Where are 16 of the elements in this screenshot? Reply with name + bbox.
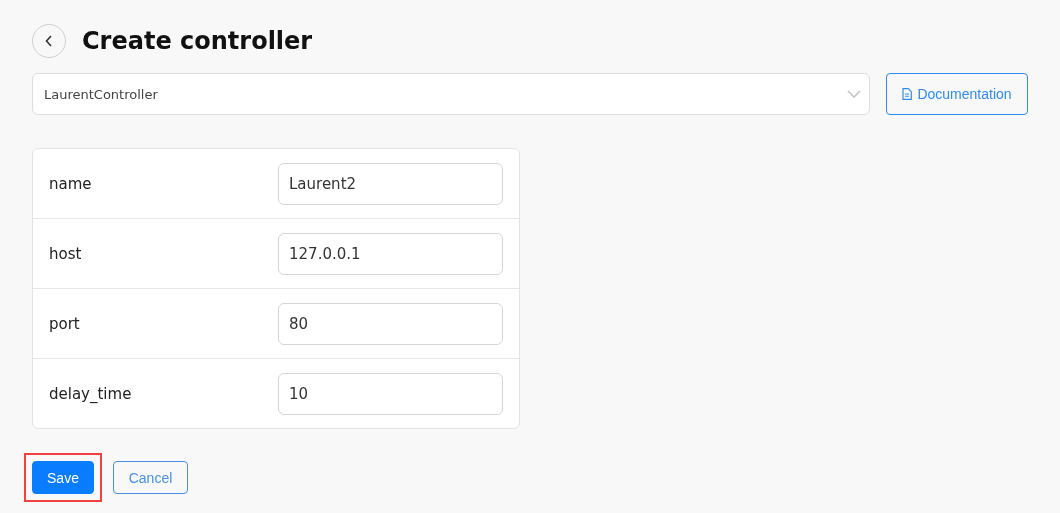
- field-label: port: [49, 314, 80, 333]
- back-button[interactable]: [32, 24, 66, 58]
- field-label: host: [49, 244, 82, 263]
- chevron-down-icon: [847, 90, 861, 98]
- document-icon: [902, 88, 913, 100]
- controller-select[interactable]: LaurentController: [32, 73, 870, 115]
- input-field[interactable]: 80: [278, 302, 503, 345]
- field-label: name: [49, 174, 92, 193]
- input-field[interactable]: 127.0.0.1: [278, 232, 503, 275]
- page-title: Create controller: [82, 27, 313, 55]
- chevron-left-icon: [45, 35, 53, 47]
- save-button[interactable]: Save: [32, 461, 94, 494]
- input-field[interactable]: 10: [278, 372, 503, 415]
- field-label: delay_time: [49, 384, 132, 403]
- select-value: LaurentController: [44, 86, 158, 102]
- input-field[interactable]: Laurent2: [278, 162, 503, 205]
